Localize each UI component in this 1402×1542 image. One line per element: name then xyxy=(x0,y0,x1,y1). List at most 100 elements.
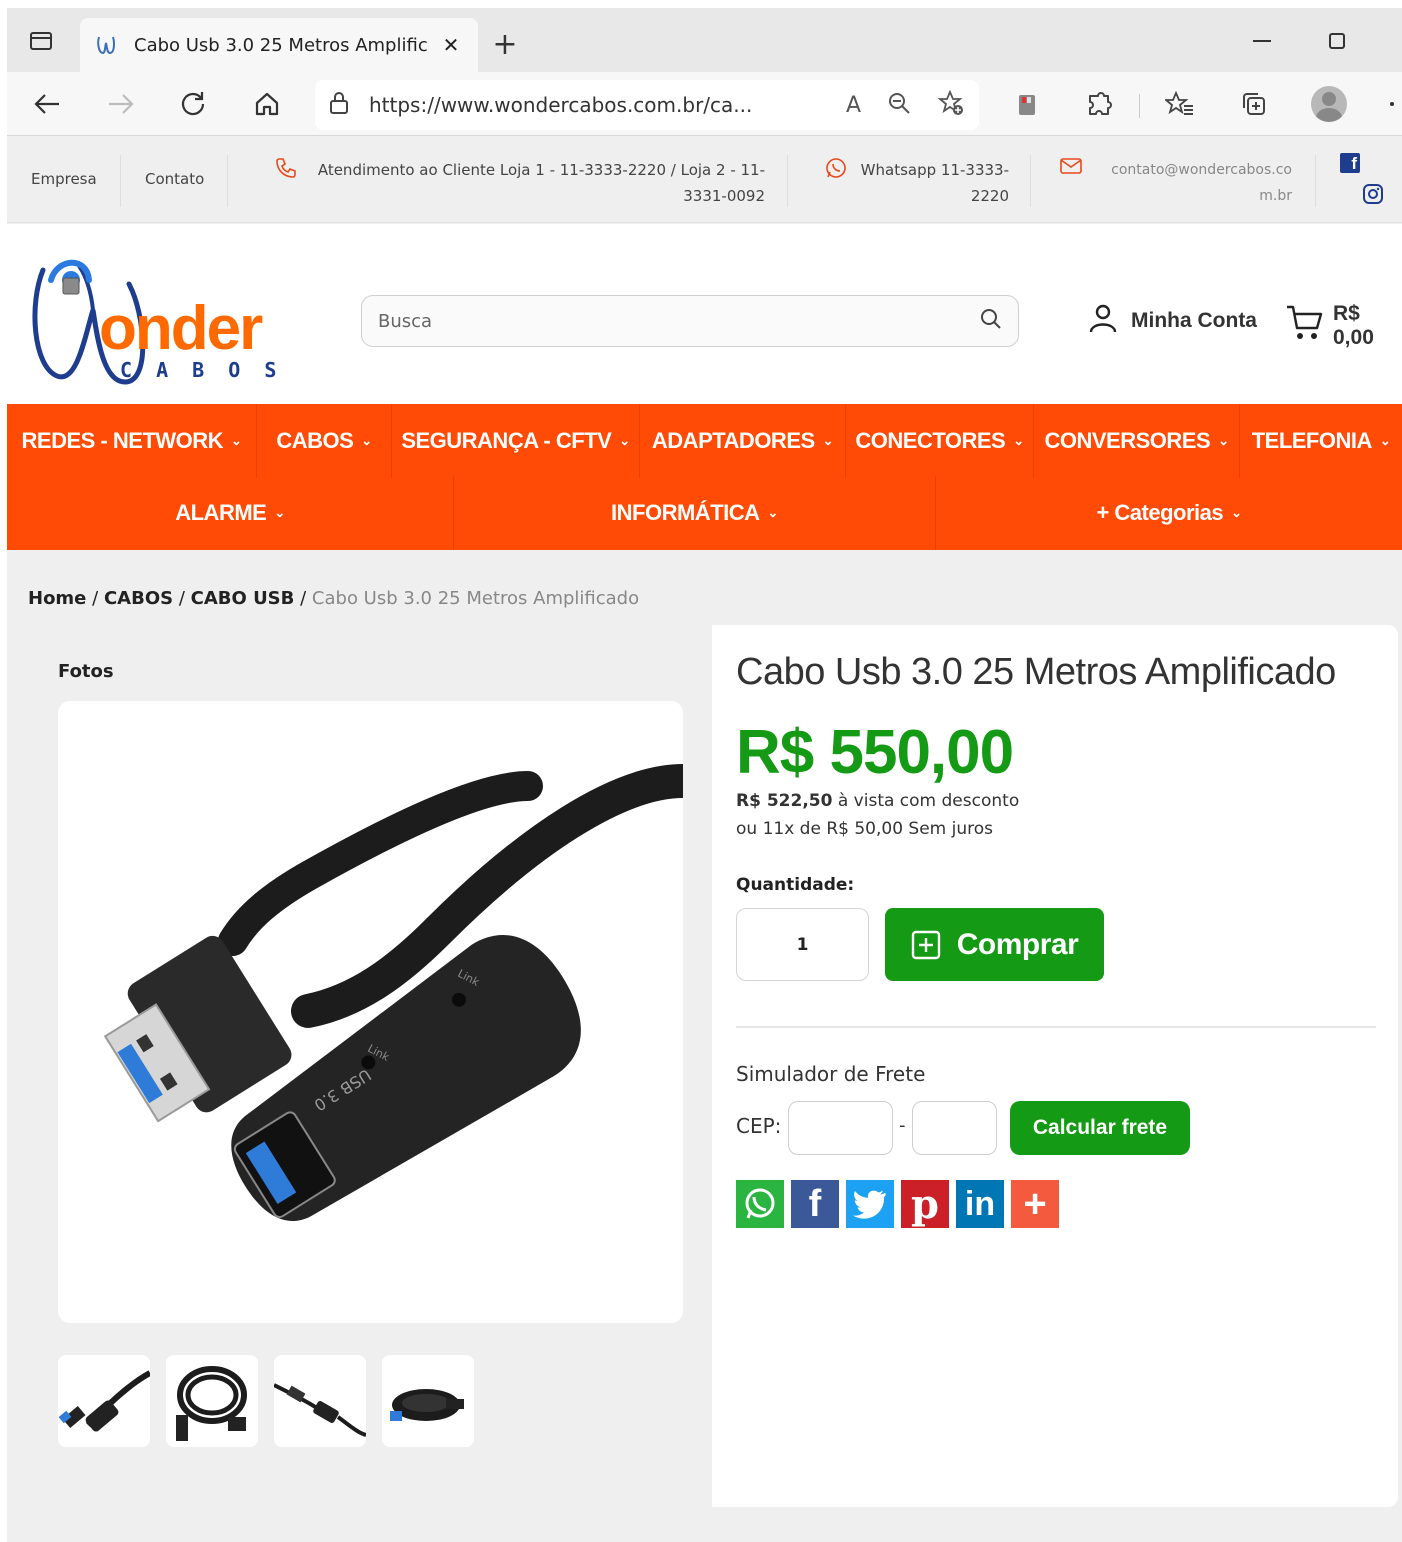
site-header: onder C A B O S Busca Minha Conta R$ 0,0… xyxy=(7,224,1402,404)
close-tab-icon[interactable]: ✕ xyxy=(438,32,464,58)
installments-text: ou 11x de R$ 50,00 Sem juros xyxy=(736,819,994,839)
tab-actions-icon[interactable] xyxy=(21,26,61,56)
cash-price: R$ 522,50 xyxy=(736,791,833,811)
whatsapp-icon[interactable] xyxy=(736,1180,784,1228)
breadcrumb-cabos[interactable]: CABOS xyxy=(104,588,173,609)
cart-link[interactable]: R$ 0,00 xyxy=(1285,302,1402,350)
lock-icon[interactable] xyxy=(329,91,349,119)
more-share-icon[interactable]: + xyxy=(1011,1180,1059,1228)
product-title: Cabo Usb 3.0 25 Metros Amplificado xyxy=(736,651,1336,693)
favorites-icon[interactable] xyxy=(1160,84,1200,124)
zoom-icon[interactable] xyxy=(887,91,911,119)
category-cabos[interactable]: CABOS ⌄ xyxy=(257,404,392,478)
thumbnail-3[interactable] xyxy=(274,1355,366,1447)
phone-info[interactable]: Atendimento ao Cliente Loja 1 - 11-3333-… xyxy=(275,157,765,209)
thumbnail-2[interactable] xyxy=(166,1355,258,1447)
cep-suffix-input[interactable] xyxy=(912,1101,997,1155)
category-seguranca-cftv[interactable]: SEGURANÇA - CFTV ⌄ xyxy=(392,404,640,478)
info-divider xyxy=(227,155,228,207)
back-arrow-icon[interactable] xyxy=(27,84,67,124)
search-box[interactable]: Busca xyxy=(361,295,1019,347)
reload-icon[interactable] xyxy=(173,84,213,124)
add-favorite-icon[interactable] xyxy=(937,89,965,121)
site-favicon-icon xyxy=(94,33,118,57)
chevron-down-icon: ⌄ xyxy=(767,505,779,520)
phone-line-1: Atendimento ao Cliente Loja 1 - 11-3333-… xyxy=(317,161,765,179)
breadcrumb-cabo-usb[interactable]: CABO USB xyxy=(191,588,295,609)
tab-active[interactable]: Cabo Usb 3.0 25 Metros Amplific ✕ xyxy=(80,18,478,72)
cep-prefix-input[interactable] xyxy=(788,1101,893,1155)
collections-icon[interactable] xyxy=(1234,84,1274,124)
chevron-down-icon: ⌄ xyxy=(1379,433,1391,448)
mail-icon xyxy=(1060,157,1082,184)
whatsapp-line-1: Whatsapp 11-3333- xyxy=(860,161,1009,179)
section-divider xyxy=(736,1026,1376,1028)
calculate-shipping-button[interactable]: Calcular frete xyxy=(1010,1101,1190,1155)
main-product-image[interactable]: USB 3.0 Link Link xyxy=(58,701,683,1323)
more-menu-icon[interactable] xyxy=(1382,84,1402,124)
logo-wordmark: onder xyxy=(99,294,263,363)
breadcrumb-home[interactable]: Home xyxy=(28,588,86,609)
instagram-icon[interactable] xyxy=(1362,183,1384,209)
maximize-icon[interactable] xyxy=(1317,26,1357,56)
photo-gallery: Fotos USB 3.0 Link Link xyxy=(28,625,712,1507)
email-line-2: m.br xyxy=(1259,188,1292,204)
pinterest-icon[interactable]: p xyxy=(901,1180,949,1228)
info-divider xyxy=(1315,155,1316,207)
toolbar-separator xyxy=(1139,94,1140,118)
url-field[interactable]: https://www.wondercabos.com.br/ca... A xyxy=(315,80,979,130)
linkedin-icon[interactable]: in xyxy=(956,1180,1004,1228)
read-aloud-icon[interactable]: A xyxy=(846,93,861,118)
search-input[interactable]: Busca xyxy=(378,311,980,332)
photos-label: Fotos xyxy=(58,661,114,682)
twitter-icon[interactable] xyxy=(846,1180,894,1228)
home-icon[interactable] xyxy=(247,84,287,124)
buy-button[interactable]: Comprar xyxy=(885,908,1104,981)
category-conversores[interactable]: CONVERSORES ⌄ xyxy=(1034,404,1240,478)
account-link[interactable]: Minha Conta xyxy=(1087,302,1257,340)
thumbnail-4[interactable] xyxy=(382,1355,474,1447)
category-conectores[interactable]: CONECTORES ⌄ xyxy=(846,404,1034,478)
cart-icon xyxy=(1285,304,1325,348)
category-telefonia[interactable]: TELEFONIA ⌄ xyxy=(1240,404,1402,478)
chevron-down-icon: ⌄ xyxy=(231,433,242,448)
new-tab-icon[interactable]: + xyxy=(489,27,521,62)
profile-avatar[interactable] xyxy=(1309,84,1349,124)
logo-subtitle: C A B O S xyxy=(120,358,283,382)
extension-icon[interactable] xyxy=(1007,84,1047,124)
chevron-down-icon: ⌄ xyxy=(1231,505,1242,520)
phone-line-2: 3331-0092 xyxy=(683,187,765,205)
category-alarme[interactable]: ALARME ⌄ xyxy=(7,476,454,550)
cart-total: R$ 0,00 xyxy=(1333,302,1374,349)
forward-arrow-icon[interactable] xyxy=(101,84,141,124)
minimize-icon[interactable] xyxy=(1242,26,1282,56)
info-divider xyxy=(120,155,121,207)
category-informatica[interactable]: INFORMÁTICA ⌄ xyxy=(454,476,936,550)
category-mais-categorias[interactable]: + Categorias ⌄ xyxy=(936,476,1402,550)
wonder-cabos-logo[interactable]: onder C A B O S xyxy=(27,244,297,394)
extensions-puzzle-icon[interactable] xyxy=(1080,84,1120,124)
facebook-icon[interactable]: f xyxy=(791,1180,839,1228)
info-divider xyxy=(1030,155,1031,207)
cash-price-text: à vista com desconto xyxy=(837,791,1020,811)
empresa-link[interactable]: Empresa xyxy=(31,170,97,188)
whatsapp-line-2: 2220 xyxy=(970,187,1009,205)
thumbnail-1[interactable] xyxy=(58,1355,150,1447)
url-text[interactable]: https://www.wondercabos.com.br/ca... xyxy=(369,93,846,117)
chevron-down-icon: ⌄ xyxy=(822,433,834,448)
user-icon xyxy=(1087,302,1119,340)
search-icon[interactable] xyxy=(980,308,1002,334)
facebook-small-icon[interactable]: f xyxy=(1340,153,1360,173)
breadcrumb-separator: / xyxy=(300,588,307,609)
buy-button-label: Comprar xyxy=(956,927,1079,961)
category-adaptadores[interactable]: ADAPTADORES ⌄ xyxy=(640,404,846,478)
browser-window: Cabo Usb 3.0 25 Metros Amplific ✕ + http… xyxy=(7,8,1402,1542)
contato-link[interactable]: Contato xyxy=(145,170,204,188)
category-redes-network[interactable]: REDES - NETWORK ⌄ xyxy=(7,404,257,478)
quantity-input[interactable] xyxy=(736,908,869,981)
whatsapp-info[interactable]: Whatsapp 11-3333- 2220 xyxy=(825,157,1009,209)
breadcrumb-separator: / xyxy=(178,588,185,609)
phone-icon xyxy=(275,157,297,187)
email-info[interactable]: contato@wondercabos.co m.br xyxy=(1060,157,1292,209)
top-info-bar: Empresa Contato Atendimento ao Cliente L… xyxy=(7,137,1402,223)
